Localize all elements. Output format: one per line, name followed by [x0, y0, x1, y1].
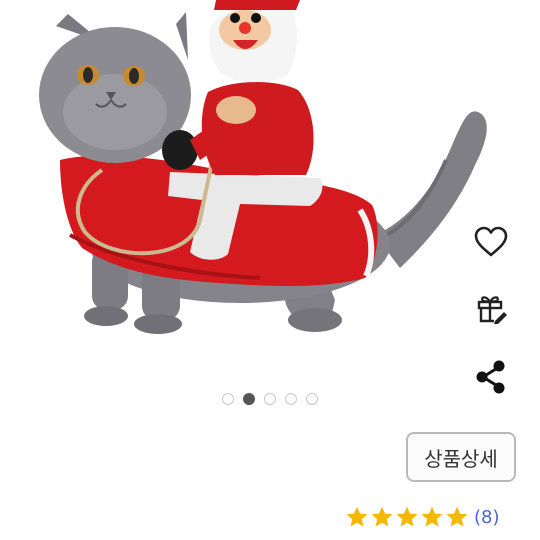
carousel-dot[interactable] [222, 393, 234, 405]
carousel-indicator [0, 393, 540, 405]
carousel-dot[interactable] [285, 393, 297, 405]
carousel-dot[interactable] [243, 393, 255, 405]
product-image[interactable] [30, 0, 490, 340]
product-detail-button-label: 상품상세 [424, 446, 498, 471]
star-icon [446, 506, 468, 527]
wishlist-button[interactable] [466, 220, 516, 264]
rating[interactable]: (8) [345, 503, 500, 531]
star-icon [421, 506, 443, 527]
star-icon [371, 506, 393, 527]
review-count[interactable]: (8) [474, 507, 500, 528]
star-icon [396, 506, 418, 527]
star-rating [345, 505, 469, 529]
heart-icon [474, 226, 508, 257]
star-icon [346, 506, 368, 527]
carousel-dot[interactable] [306, 393, 318, 405]
gift-icon [477, 296, 507, 324]
gift-button[interactable] [466, 286, 516, 330]
share-icon [476, 360, 505, 394]
product-detail-button[interactable]: 상품상세 [406, 432, 516, 482]
carousel-dot[interactable] [264, 393, 276, 405]
